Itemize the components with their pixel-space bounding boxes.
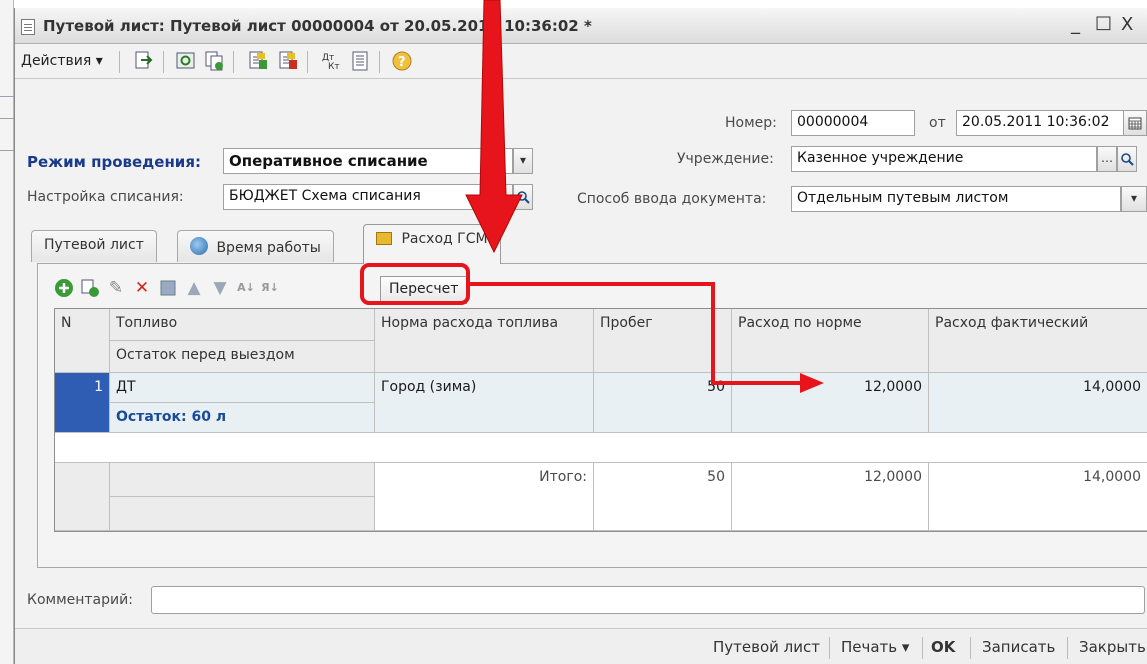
delete-row-icon[interactable]: ✕ <box>132 278 152 298</box>
row-remain[interactable]: Остаток: 60 л <box>110 403 375 433</box>
institution-select-icon[interactable]: … <box>1097 146 1117 172</box>
institution-field[interactable]: Казенное учреждение <box>791 146 1097 172</box>
maximize-button[interactable]: □ <box>1095 12 1112 33</box>
table-empty-row <box>55 433 1147 463</box>
calendar-icon[interactable] <box>1123 110 1147 136</box>
waybill-print-button[interactable]: Путевой лист <box>713 638 820 656</box>
col-header-n[interactable]: N <box>55 309 110 373</box>
fuel-table: N Топливо Остаток перед выездом Норма ра… <box>54 308 1147 532</box>
refresh-icon[interactable] <box>175 50 197 72</box>
col-header-by-norm[interactable]: Расход по норме <box>732 309 929 373</box>
move-down-icon[interactable]: ▼ <box>210 278 230 298</box>
writeoff-field[interactable]: БЮДЖЕТ Схема списания <box>223 184 493 210</box>
row-fuel[interactable]: ДТ <box>110 373 375 403</box>
row-actual[interactable]: 14,0000 <box>929 373 1147 433</box>
col-header-actual[interactable]: Расход фактический <box>929 309 1147 373</box>
row-mileage[interactable]: 50 <box>594 373 732 433</box>
close-form-button[interactable]: Закрыть <box>1079 638 1146 656</box>
totals-fuel-cell <box>110 463 375 497</box>
print-menu-button[interactable]: Печать ▾ <box>841 638 909 656</box>
report-icon[interactable] <box>349 50 371 72</box>
background-strip <box>0 0 1147 8</box>
svg-text:Кт: Кт <box>328 62 340 72</box>
minimize-button[interactable]: _ <box>1071 14 1080 35</box>
sort-ascending-icon[interactable]: A↓ <box>236 278 256 298</box>
clock-icon <box>190 237 208 255</box>
window-title: Путевой лист: Путевой лист 00000004 от 2… <box>43 17 592 35</box>
row-number[interactable]: 1 <box>55 373 110 433</box>
col-header-fuel[interactable]: Топливо <box>110 309 375 341</box>
tab-work-time-label: Время работы <box>216 240 321 256</box>
writeoff-select-icon[interactable]: … <box>493 184 513 210</box>
input-method-dropdown-icon[interactable]: ▾ <box>1121 186 1147 212</box>
date-from-label: от <box>929 115 946 131</box>
bottom-bar: Путевой лист Печать ▾ OK Записать Закрыт… <box>15 628 1147 664</box>
mode-dropdown-icon[interactable]: ▾ <box>513 148 533 174</box>
row-by-norm[interactable]: 12,0000 <box>732 373 929 433</box>
tab-fuel-consumption[interactable]: Расход ГСМ <box>363 224 501 264</box>
totals-actual: 14,0000 <box>929 463 1147 531</box>
fuel-table-icon <box>376 232 392 245</box>
comment-label: Комментарий: <box>27 592 133 608</box>
close-button[interactable]: X <box>1121 14 1133 35</box>
number-label: Номер: <box>725 115 777 131</box>
totals-label: Итого: <box>375 463 594 531</box>
svg-text:?: ? <box>398 55 406 70</box>
totals-by-norm: 12,0000 <box>732 463 929 531</box>
col-header-norm[interactable]: Норма расхода топлива <box>375 309 594 373</box>
institution-label: Учреждение: <box>677 151 774 167</box>
number-field[interactable]: 00000004 <box>791 110 915 136</box>
actions-menu[interactable]: Действия ▾ <box>21 53 103 69</box>
sort-descending-icon[interactable]: Я↓ <box>260 278 280 298</box>
copy-document-icon[interactable] <box>203 50 225 72</box>
unpost-document-icon[interactable] <box>277 50 299 72</box>
writeoff-label: Настройка списания: <box>27 189 184 205</box>
document-icon <box>21 19 35 35</box>
col-header-remain[interactable]: Остаток перед выездом <box>110 341 375 373</box>
document-window: Путевой лист: Путевой лист 00000004 от 2… <box>14 8 1147 664</box>
writeoff-search-icon[interactable] <box>513 184 533 210</box>
debit-credit-icon[interactable]: Дт Кт <box>319 50 341 72</box>
input-method-label: Способ ввода документа: <box>577 191 767 207</box>
edit-row-icon[interactable]: ✎ <box>106 278 126 298</box>
copy-row-icon[interactable] <box>80 278 100 298</box>
end-edit-icon[interactable] <box>158 278 178 298</box>
totals-remain-cell <box>110 497 375 531</box>
tab-waybill[interactable]: Путевой лист <box>31 230 157 262</box>
recalculate-button[interactable]: Пересчет <box>380 276 468 304</box>
post-and-close-icon[interactable] <box>133 50 155 72</box>
save-button[interactable]: Записать <box>982 638 1055 656</box>
tab-work-time[interactable]: Время работы <box>177 230 334 262</box>
move-up-icon[interactable]: ▲ <box>184 278 204 298</box>
ok-button[interactable]: OK <box>931 638 955 656</box>
input-method-field[interactable]: Отдельным путевым листом <box>791 186 1121 212</box>
tab-fuel-consumption-label: Расход ГСМ <box>401 231 488 247</box>
background-window-edge <box>0 0 14 664</box>
add-row-icon[interactable] <box>54 278 74 298</box>
date-field[interactable]: 20.05.2011 10:36:02 <box>956 110 1124 136</box>
help-icon[interactable]: ? <box>391 50 413 72</box>
tab-waybill-label: Путевой лист <box>44 237 144 253</box>
title-bar[interactable]: Путевой лист: Путевой лист 00000004 от 2… <box>15 8 1147 44</box>
fuel-consumption-panel: ✎ ✕ ▲ ▼ A↓ Я↓ Пересчет N Топливо Остаток… <box>37 263 1147 568</box>
comment-field[interactable] <box>151 586 1145 614</box>
mode-label: Режим проведения: <box>27 153 201 171</box>
totals-n-cell <box>55 463 110 531</box>
toolbar: Действия ▾ Дт Кт ? <box>15 45 1147 79</box>
institution-search-icon[interactable] <box>1117 146 1137 172</box>
mode-field[interactable]: Оперативное списание <box>223 148 513 174</box>
row-norm[interactable]: Город (зима) <box>375 373 594 433</box>
totals-mileage: 50 <box>594 463 732 531</box>
col-header-mileage[interactable]: Пробег <box>594 309 732 373</box>
post-document-icon[interactable] <box>247 50 269 72</box>
